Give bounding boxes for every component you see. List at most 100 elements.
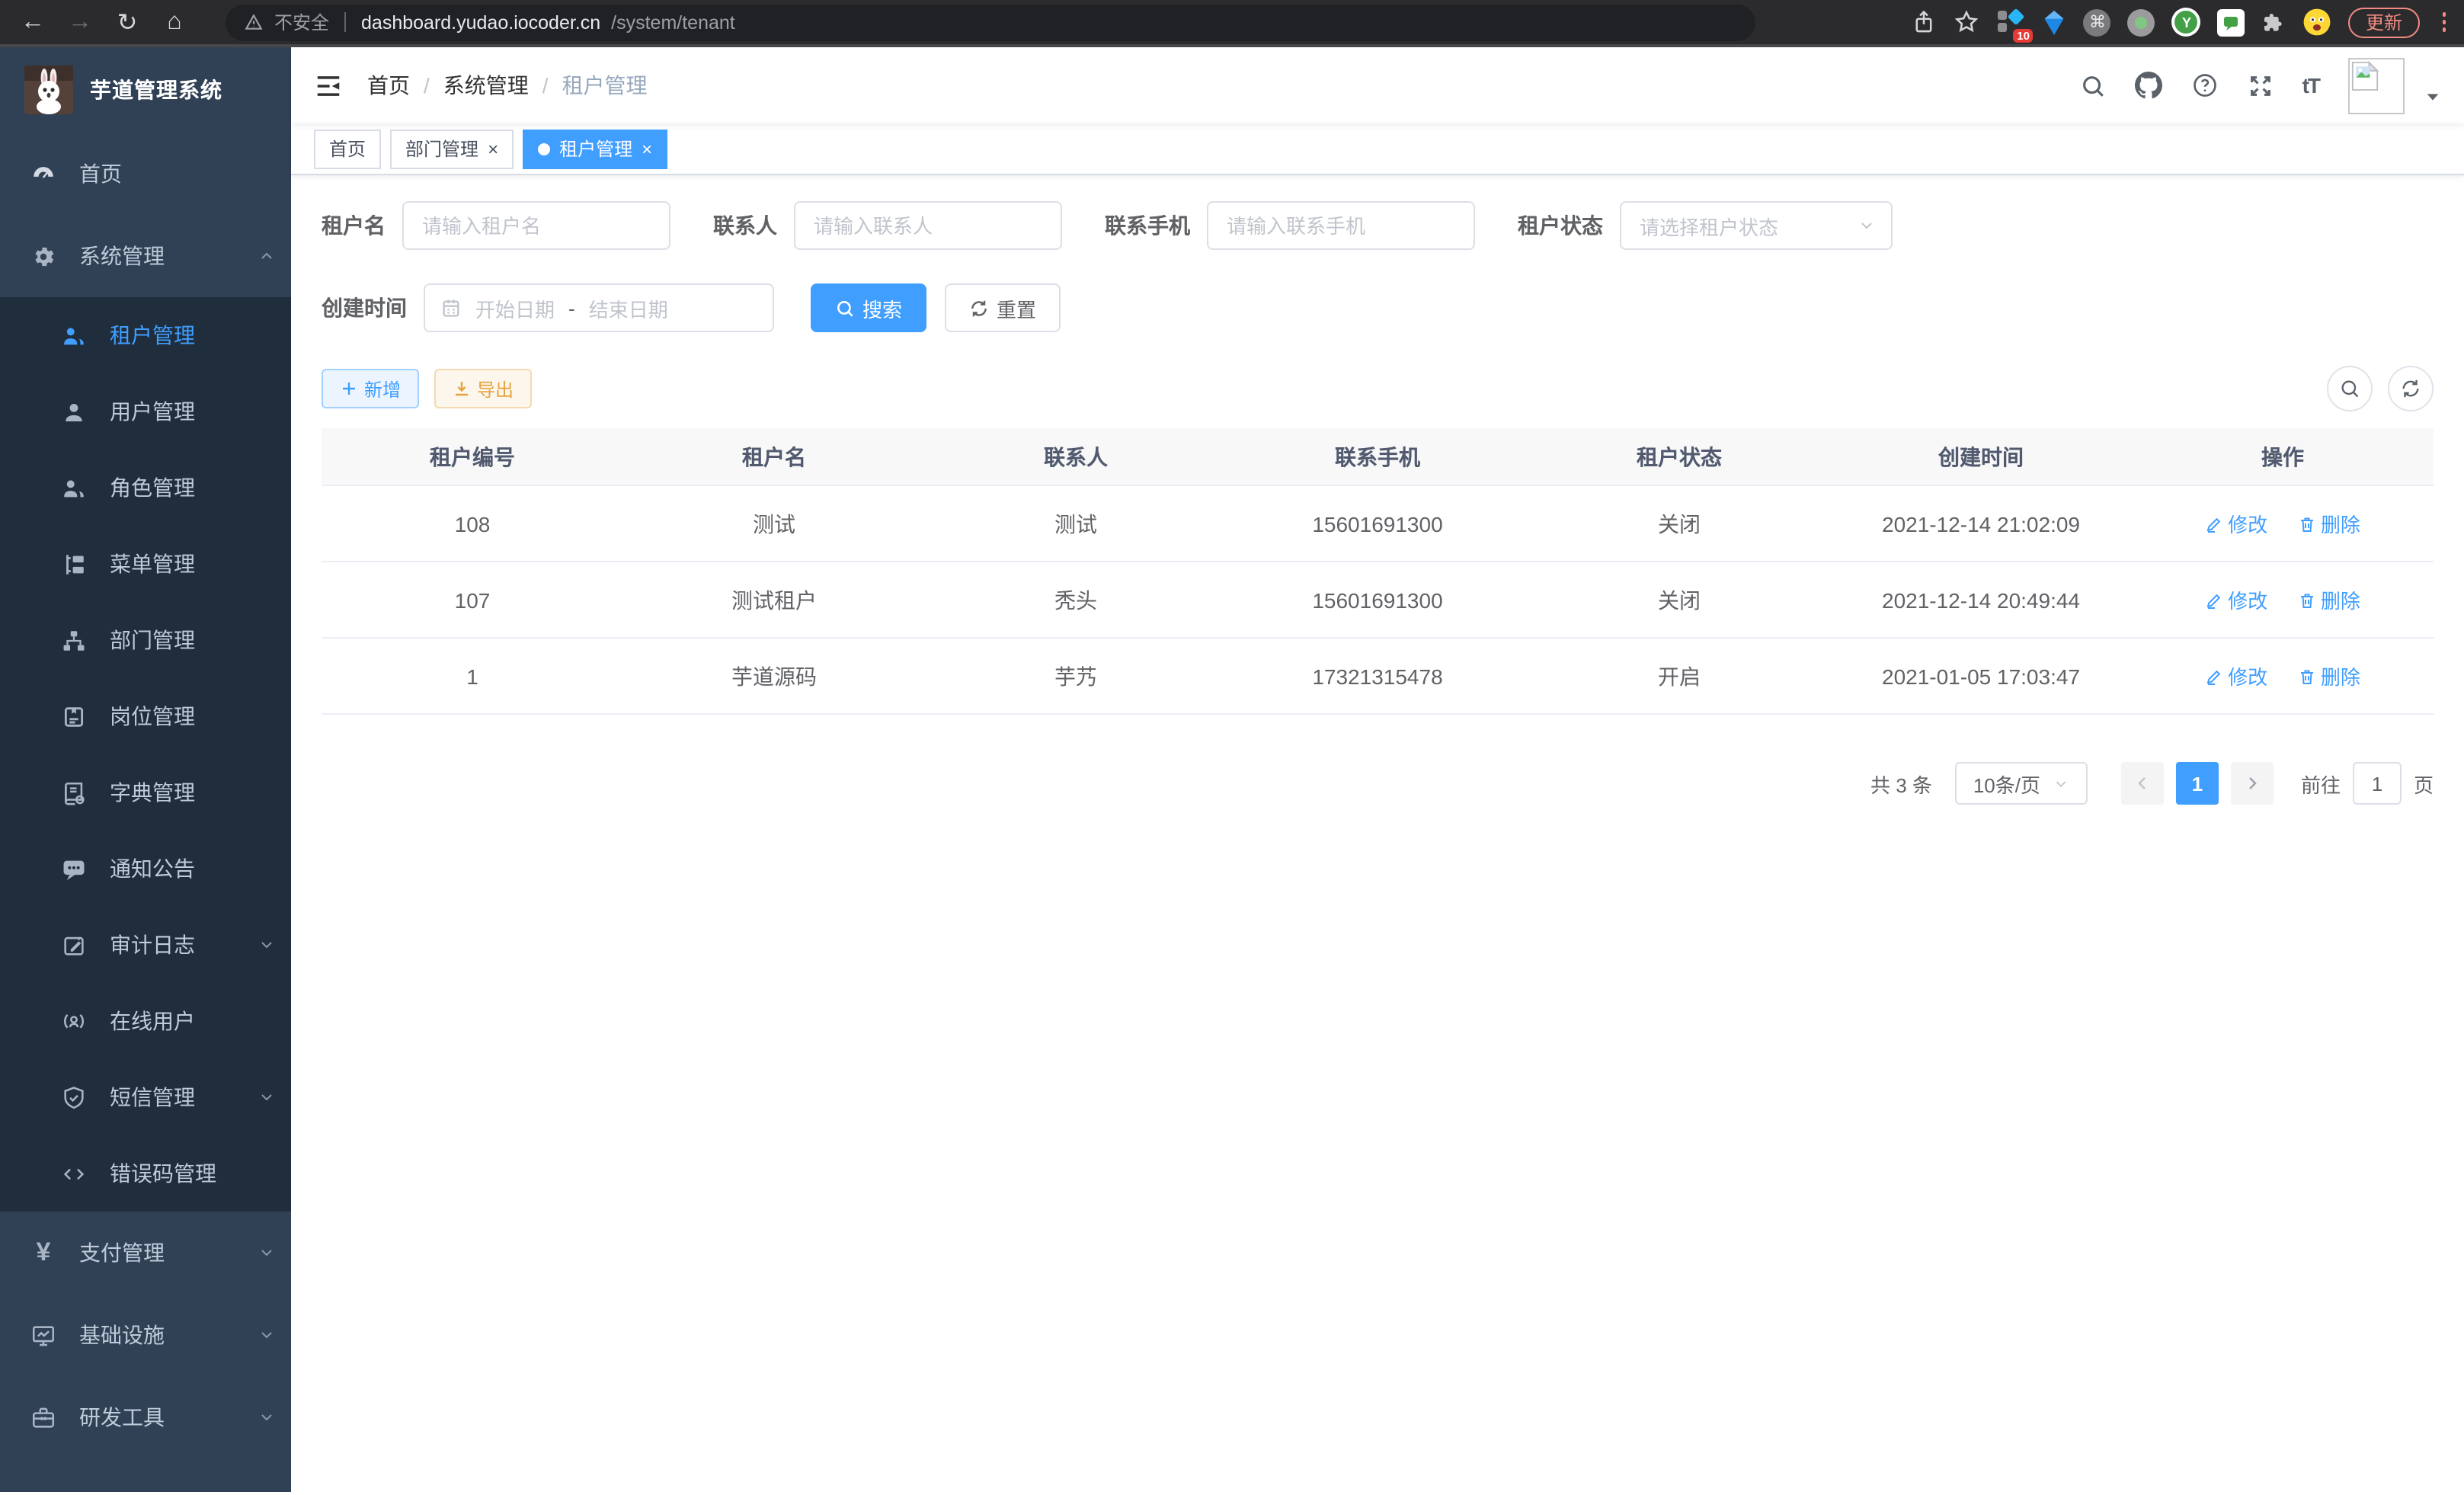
app-logo-row[interactable]: 芋道管理系统 [0, 47, 291, 133]
reset-button-label: 重置 [997, 293, 1036, 322]
audit-log-icon [61, 932, 87, 958]
profile-avatar-icon[interactable] [2303, 8, 2332, 37]
app-title: 芋道管理系统 [90, 75, 222, 105]
cell-id: 108 [322, 485, 623, 562]
col-mobile: 联系手机 [1227, 428, 1528, 485]
edit-link[interactable]: 修改 [2205, 509, 2267, 538]
tab-label: 首页 [329, 136, 366, 162]
sidebar-item-label: 错误码管理 [110, 1158, 216, 1189]
delete-link[interactable]: 删除 [2298, 585, 2360, 614]
sidebar-item-role[interactable]: 角色管理 [0, 450, 291, 526]
tab-home[interactable]: 首页 [314, 129, 381, 168]
sidebar-item-dev-tools[interactable]: 研发工具 [0, 1376, 291, 1458]
forward-icon: → [59, 2, 101, 43]
dot-extension-icon[interactable] [2128, 8, 2155, 36]
contact-input[interactable] [794, 201, 1062, 250]
prev-page-icon[interactable] [2121, 762, 2164, 805]
sidebar-item-pay[interactable]: ¥ 支付管理 [0, 1212, 291, 1294]
bookmark-star-icon[interactable] [1954, 9, 1980, 35]
sidebar-item-sms[interactable]: 短信管理 [0, 1059, 291, 1135]
delete-link[interactable]: 删除 [2298, 509, 2360, 538]
caret-down-icon[interactable] [2424, 88, 2441, 104]
close-icon[interactable]: × [488, 139, 498, 158]
reload-icon[interactable]: ↻ [107, 2, 148, 43]
chrome-menu-icon[interactable] [2436, 13, 2452, 32]
cell-status: 关闭 [1528, 562, 1830, 638]
url-path[interactable]: /system/tenant [611, 11, 735, 33]
date-range-picker[interactable]: 开始日期 - 结束日期 [424, 283, 774, 332]
search-icon[interactable] [2080, 72, 2106, 98]
export-button[interactable]: 导出 [434, 369, 532, 408]
status-select[interactable]: 请选择租户状态 [1620, 201, 1893, 250]
puzzle-extensions-icon[interactable] [2262, 10, 2286, 34]
page-number-button[interactable]: 1 [2176, 762, 2219, 805]
extension-grid-icon[interactable]: 10 [1997, 8, 2026, 37]
delete-link[interactable]: 删除 [2298, 661, 2360, 690]
chat-extension-icon[interactable] [2218, 8, 2245, 36]
col-tenant-id: 租户编号 [322, 428, 623, 485]
url-host[interactable]: dashboard.yudao.iocoder.cn [361, 11, 600, 33]
share-icon[interactable] [1912, 9, 1938, 35]
reset-button[interactable]: 重置 [945, 283, 1061, 332]
breadcrumb-separator: / [424, 73, 430, 98]
address-bar[interactable]: 不安全 dashboard.yudao.iocoder.cn/system/te… [226, 4, 1755, 40]
back-icon[interactable]: ← [12, 2, 53, 43]
sidebar-item-menu[interactable]: 菜单管理 [0, 526, 291, 602]
font-size-icon[interactable]: tT [2302, 73, 2319, 98]
chevron-down-icon [258, 936, 276, 954]
sidebar-collapse-icon[interactable] [314, 71, 343, 100]
add-button[interactable]: 新增 [322, 369, 419, 408]
next-page-icon[interactable] [2231, 762, 2274, 805]
sidebar-item-tenant[interactable]: 租户管理 [0, 297, 291, 373]
mobile-input[interactable] [1207, 201, 1475, 250]
sidebar-item-label: 字典管理 [110, 777, 195, 808]
toolbox-icon [30, 1404, 56, 1430]
sidebar-item-label: 在线用户 [110, 1006, 195, 1036]
sidebar-item-dict[interactable]: 字典管理 [0, 754, 291, 831]
y-extension-icon[interactable]: Y [2172, 8, 2201, 37]
security-label[interactable]: 不安全 [274, 9, 329, 35]
edit-link[interactable]: 修改 [2205, 585, 2267, 614]
home-icon[interactable]: ⌂ [154, 2, 195, 43]
trash-icon [2298, 667, 2316, 685]
sidebar-item-system[interactable]: 系统管理 [0, 215, 291, 297]
cell-contact: 测试 [925, 485, 1227, 562]
page-size-select[interactable]: 10条/页 [1955, 762, 2088, 805]
toggle-search-icon[interactable] [2327, 366, 2373, 411]
sidebar-item-online-users[interactable]: 在线用户 [0, 983, 291, 1059]
cell-status: 开启 [1528, 638, 1830, 714]
sidebar-item-home[interactable]: 首页 [0, 133, 291, 215]
col-created: 创建时间 [1830, 428, 2132, 485]
goto-page-input[interactable] [2353, 762, 2402, 805]
help-icon[interactable] [2191, 72, 2219, 99]
sidebar-item-dept[interactable]: 部门管理 [0, 602, 291, 678]
breadcrumb-home[interactable]: 首页 [367, 70, 410, 101]
command-extension-icon[interactable]: ⌘ [2084, 8, 2111, 36]
close-icon[interactable]: × [642, 139, 652, 158]
sidebar-item-label: 基础设施 [79, 1320, 165, 1350]
refresh-table-icon[interactable] [2388, 366, 2434, 411]
sidebar-item-audit-log[interactable]: 审计日志 [0, 907, 291, 983]
fullscreen-icon[interactable] [2248, 72, 2274, 98]
chrome-update-button[interactable]: 更新 [2349, 7, 2419, 37]
github-icon[interactable] [2135, 72, 2162, 99]
tab-dept[interactable]: 部门管理 × [390, 129, 514, 168]
tab-tenant[interactable]: 租户管理 × [523, 129, 667, 168]
avatar[interactable] [2348, 57, 2405, 114]
search-button[interactable]: 搜索 [811, 283, 926, 332]
sidebar-item-error-code[interactable]: 错误码管理 [0, 1135, 291, 1212]
breadcrumb-system[interactable]: 系统管理 [443, 70, 529, 101]
navbar: 首页 / 系统管理 / 租户管理 [291, 47, 2464, 123]
active-tab-dot [538, 142, 550, 155]
table-toolbar: 新增 导出 [322, 366, 2434, 411]
sidebar-item-post[interactable]: 岗位管理 [0, 678, 291, 754]
user-icon [61, 399, 87, 424]
edit-link[interactable]: 修改 [2205, 661, 2267, 690]
sidebar-item-notice[interactable]: 通知公告 [0, 831, 291, 907]
goto-label: 前往 [2301, 769, 2341, 798]
tenant-name-input[interactable] [402, 201, 670, 250]
diamond-extension-icon[interactable] [2043, 8, 2067, 36]
sidebar-item-user[interactable]: 用户管理 [0, 373, 291, 450]
sidebar-item-infra[interactable]: 基础设施 [0, 1294, 291, 1376]
chevron-up-icon [258, 247, 276, 265]
